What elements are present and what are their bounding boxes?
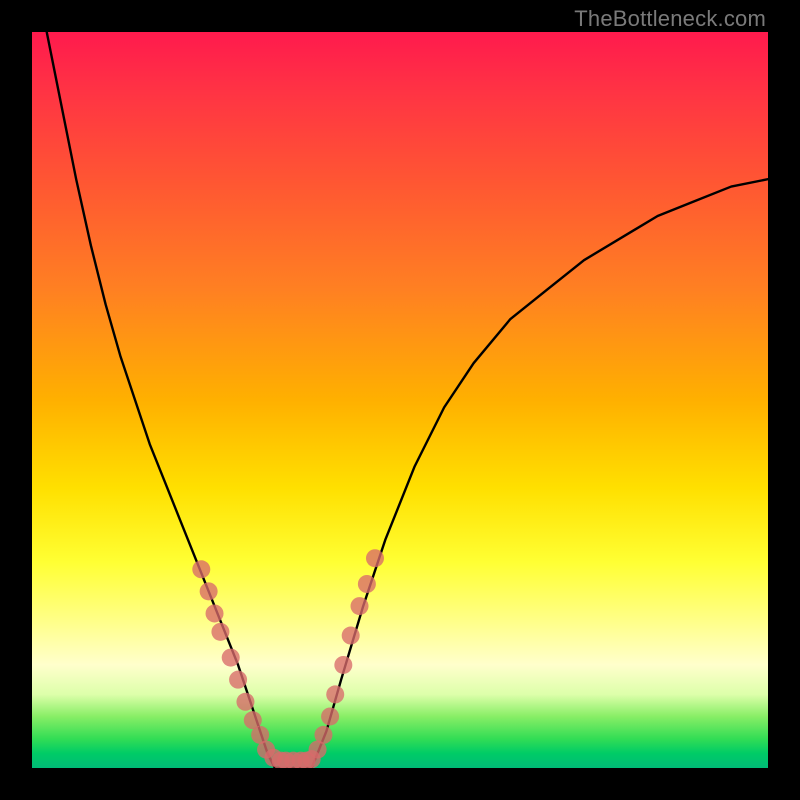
marker-right-cluster xyxy=(321,707,339,725)
marker-right-cluster xyxy=(334,656,352,674)
watermark-text: TheBottleneck.com xyxy=(574,6,766,32)
marker-left-cluster xyxy=(236,693,254,711)
series-right-curve xyxy=(312,179,768,768)
chart-container: TheBottleneck.com xyxy=(0,0,800,800)
curve-svg xyxy=(32,32,768,768)
marker-left-cluster xyxy=(206,604,224,622)
plot-area xyxy=(32,32,768,768)
marker-right-cluster xyxy=(314,726,332,744)
marker-dots xyxy=(192,549,384,768)
marker-right-cluster xyxy=(358,575,376,593)
marker-left-cluster xyxy=(192,560,210,578)
marker-right-cluster xyxy=(342,627,360,645)
curve-paths xyxy=(47,32,768,768)
marker-left-cluster xyxy=(229,671,247,689)
series-left-curve xyxy=(47,32,275,768)
marker-right-cluster xyxy=(351,597,369,615)
marker-left-cluster xyxy=(211,623,229,641)
marker-right-cluster xyxy=(366,549,384,567)
marker-left-cluster xyxy=(200,582,218,600)
marker-right-cluster xyxy=(326,685,344,703)
marker-left-cluster xyxy=(222,649,240,667)
